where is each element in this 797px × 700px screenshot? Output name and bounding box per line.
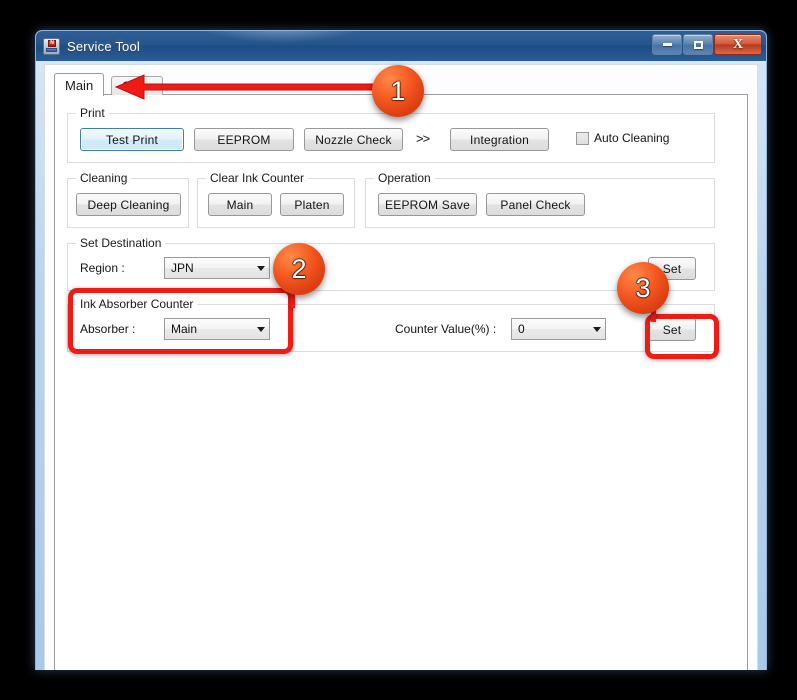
- annotation-marker-3: 3: [617, 262, 669, 314]
- group-set-destination-title: Set Destination: [76, 236, 166, 250]
- group-print: Print Test Print EEPROM Nozzle Check >> …: [67, 106, 715, 163]
- maximize-button[interactable]: [683, 34, 713, 55]
- window-controls: X: [652, 34, 762, 55]
- tab-main[interactable]: Main: [54, 73, 105, 96]
- close-button[interactable]: X: [714, 34, 762, 55]
- group-cleaning-title: Cleaning: [76, 171, 132, 185]
- tab-other[interactable]: Other: [111, 76, 164, 95]
- service-tool-window: N Service Tool X Main Other Print Test P…: [35, 30, 767, 670]
- counter-value-combobox[interactable]: 0: [511, 318, 606, 340]
- region-label: Region :: [80, 261, 125, 275]
- counter-value-label: Counter Value(%) :: [395, 322, 497, 336]
- chevron-down-icon[interactable]: [252, 265, 269, 271]
- group-print-title: Print: [76, 106, 109, 120]
- annotation-marker-1: 1: [372, 65, 424, 117]
- chevron-down-icon[interactable]: [252, 326, 269, 332]
- group-clear-ink-counter: Clear Ink Counter Main Platen: [197, 171, 355, 228]
- test-print-button[interactable]: Test Print: [80, 128, 184, 151]
- group-ink-absorber-counter-title: Ink Absorber Counter: [76, 297, 198, 311]
- annotation-marker-2: 2: [273, 243, 325, 295]
- group-ink-absorber-counter: Ink Absorber Counter Absorber : Main Cou…: [67, 297, 715, 352]
- tab-panel-main: Print Test Print EEPROM Nozzle Check >> …: [54, 94, 748, 670]
- absorber-value: Main: [171, 322, 198, 336]
- clear-ink-main-button[interactable]: Main: [208, 193, 272, 216]
- group-operation: Operation EEPROM Save Panel Check: [365, 171, 715, 228]
- counter-value: 0: [518, 322, 525, 336]
- window-title: Service Tool: [67, 38, 140, 54]
- group-clear-ink-counter-title: Clear Ink Counter: [206, 171, 309, 185]
- chevron-down-icon[interactable]: [588, 326, 605, 332]
- nozzle-check-button[interactable]: Nozzle Check: [304, 128, 403, 151]
- auto-cleaning-checkbox[interactable]: [576, 131, 589, 145]
- absorber-label: Absorber :: [80, 322, 136, 336]
- printer-icon: N: [43, 37, 60, 55]
- eeprom-save-button[interactable]: EEPROM Save: [378, 193, 477, 216]
- eeprom-button[interactable]: EEPROM: [194, 128, 294, 151]
- title-bar[interactable]: N Service Tool X: [36, 31, 766, 61]
- client-area: Main Other Print Test Print EEPROM Nozzl…: [44, 64, 758, 670]
- auto-cleaning-label: Auto Cleaning: [594, 131, 670, 145]
- clear-ink-platen-button[interactable]: Platen: [280, 193, 344, 216]
- group-cleaning: Cleaning Deep Cleaning: [67, 171, 189, 228]
- auto-cleaning-checkbox-row[interactable]: Auto Cleaning: [576, 131, 669, 145]
- absorber-combobox[interactable]: Main: [164, 318, 270, 340]
- screen-root: N Service Tool X Main Other Print Test P…: [0, 0, 797, 700]
- minimize-icon: [662, 43, 672, 46]
- chevron-right-icon: >>: [416, 131, 430, 146]
- region-value: JPN: [171, 261, 194, 275]
- close-icon: X: [732, 36, 744, 52]
- minimize-button[interactable]: [652, 34, 682, 55]
- maximize-icon: [693, 40, 703, 49]
- deep-cleaning-button[interactable]: Deep Cleaning: [76, 193, 181, 216]
- region-combobox[interactable]: JPN: [164, 257, 270, 279]
- group-operation-title: Operation: [374, 171, 435, 185]
- integration-button[interactable]: Integration: [450, 128, 549, 151]
- panel-check-button[interactable]: Panel Check: [486, 193, 585, 216]
